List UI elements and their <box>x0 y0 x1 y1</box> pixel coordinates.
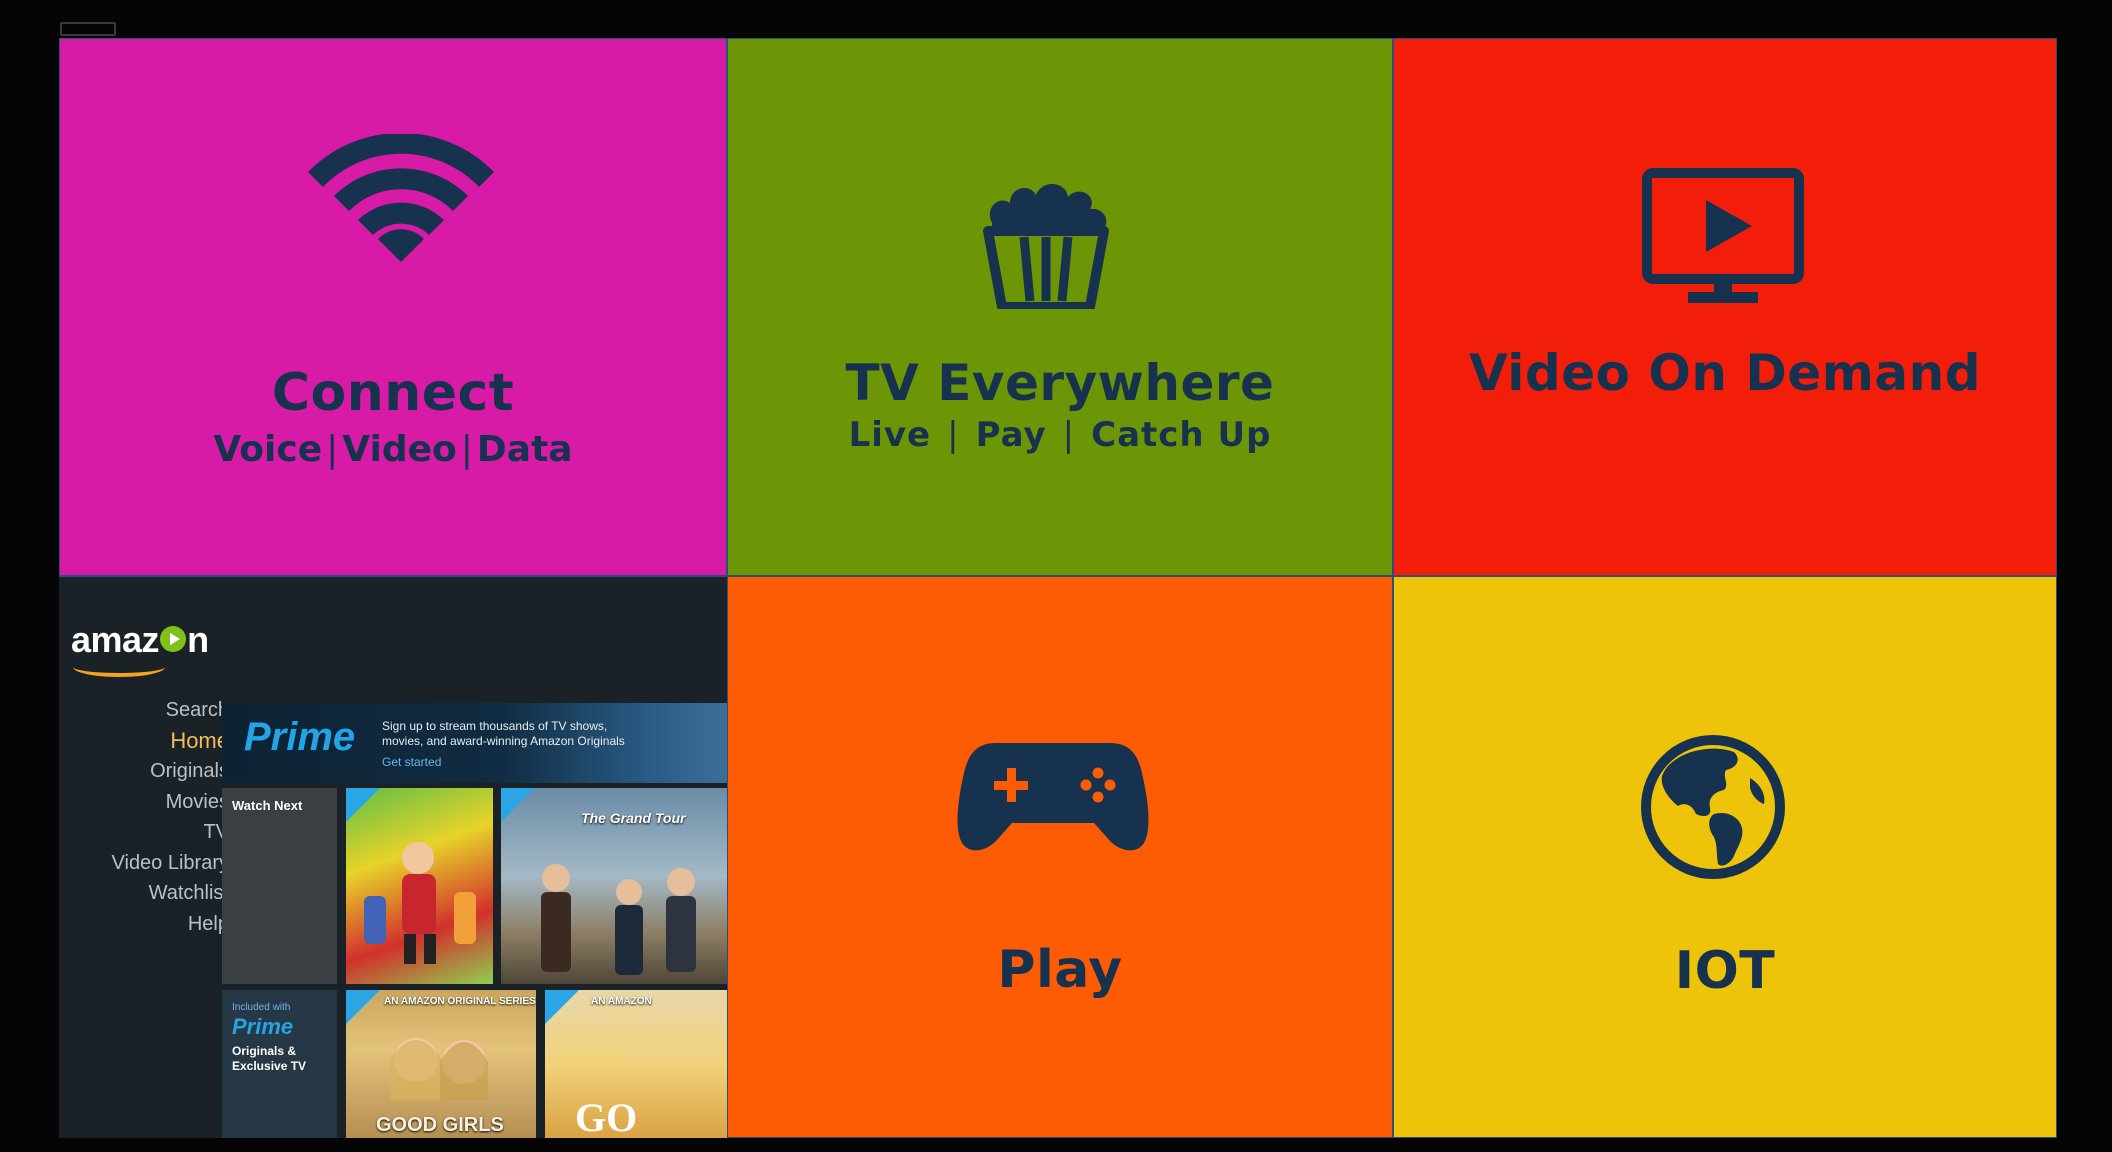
nav-item-originals[interactable]: Originals <box>112 756 229 787</box>
tile-tv-everywhere-title: TV Everywhere <box>845 354 1275 412</box>
banner-get-started-link[interactable]: Get started <box>382 755 441 769</box>
subtitle-data: Data <box>476 429 573 470</box>
prime-originals-card[interactable]: Included with Prime Originals & Exclusiv… <box>222 990 337 1138</box>
nav-item-tv[interactable]: TV <box>112 817 229 848</box>
monitor-play-icon <box>1642 168 1804 303</box>
amazon-logo: amaz n <box>71 619 209 660</box>
nav-item-video-library[interactable]: Video Library <box>112 848 229 879</box>
tile-connect-title: Connect <box>271 363 515 423</box>
prime-logo: Prime <box>244 715 356 759</box>
nav-item-search[interactable]: Search <box>112 695 229 726</box>
subtitle-voice: Voice <box>213 429 323 470</box>
tile-connect[interactable]: Connect Voice | Video | Data <box>59 38 727 576</box>
prime-signup-banner[interactable]: Prime Sign up to stream thousands of TV … <box>222 703 727 783</box>
tv-bezel: Connect Voice | Video | Data TV Everywhere L… <box>0 0 2112 1152</box>
amazon-nav: Search Home Originals Movies TV Video Li… <box>112 695 229 939</box>
tile-connect-subtitle: Voice | Video | Data <box>60 429 726 470</box>
subtitle-catch-up: Catch Up <box>1091 415 1272 455</box>
banner-text: Sign up to stream thousands of TV shows,… <box>382 719 625 748</box>
separator: | <box>1062 415 1076 455</box>
poster-good-girls[interactable]: AN AMAZON ORIGINAL SERIES GOOD GIRLS <box>346 990 536 1138</box>
gamepad-icon <box>957 743 1149 851</box>
nav-item-watchlist[interactable]: Watchlist <box>112 878 229 909</box>
nav-item-movies[interactable]: Movies <box>112 787 229 818</box>
separator: | <box>947 415 960 455</box>
tile-play-title: Play <box>997 940 1123 1000</box>
tv-brand-logo <box>60 22 116 36</box>
tile-video-on-demand[interactable]: Video On Demand <box>1393 38 2057 576</box>
prime-logo: Prime <box>232 1014 294 1039</box>
globe-icon <box>1641 735 1785 879</box>
originals-exclusive-label: Originals & Exclusive TV <box>232 1044 307 1073</box>
separator: | <box>326 429 339 470</box>
separator: | <box>460 429 473 470</box>
amazon-prime-video-panel[interactable]: amaz n Search Home Originals Movies TV Vi… <box>59 576 727 1138</box>
tile-tv-everywhere-subtitle: Live | Pay | Catch Up <box>728 415 1392 455</box>
subtitle-live: Live <box>848 415 932 455</box>
poster-series-label: AN AMAZON <box>591 996 652 1007</box>
wifi-icon <box>308 134 494 262</box>
subtitle-pay: Pay <box>975 415 1047 455</box>
watch-next-card[interactable]: Watch Next <box>222 788 337 984</box>
subtitle-video: Video <box>342 429 457 470</box>
nav-item-help[interactable]: Help <box>112 909 229 940</box>
tile-video-on-demand-title: Video On Demand <box>1468 344 1982 402</box>
watch-next-label: Watch Next <box>232 798 303 813</box>
poster-the-grand-tour[interactable]: The Grand Tour <box>501 788 727 984</box>
popcorn-icon <box>983 183 1109 309</box>
poster-title-fragment: GO <box>575 1095 638 1138</box>
included-with-label: Included with <box>232 1002 291 1013</box>
amazon-smile-icon <box>73 657 165 677</box>
poster-title: GOOD GIRLS <box>376 1114 504 1136</box>
tile-play[interactable]: Play <box>727 576 1393 1138</box>
tile-iot[interactable]: IOT <box>1393 576 2057 1138</box>
tile-iot-title: IOT <box>1674 941 1776 1001</box>
poster-figure-icon <box>364 842 476 964</box>
home-screen: Connect Voice | Video | Data TV Everywhere L… <box>59 38 2057 1138</box>
poster-austin-powers[interactable] <box>346 788 493 984</box>
nav-item-home[interactable]: Home <box>112 726 229 757</box>
play-circle-icon <box>160 626 187 653</box>
poster-amazon-original[interactable]: AN AMAZON GO <box>545 990 727 1138</box>
poster-figures-icon <box>541 864 696 975</box>
tile-tv-everywhere[interactable]: TV Everywhere Live | Pay | Catch Up <box>727 38 1393 576</box>
prime-badge-icon <box>545 990 579 1024</box>
